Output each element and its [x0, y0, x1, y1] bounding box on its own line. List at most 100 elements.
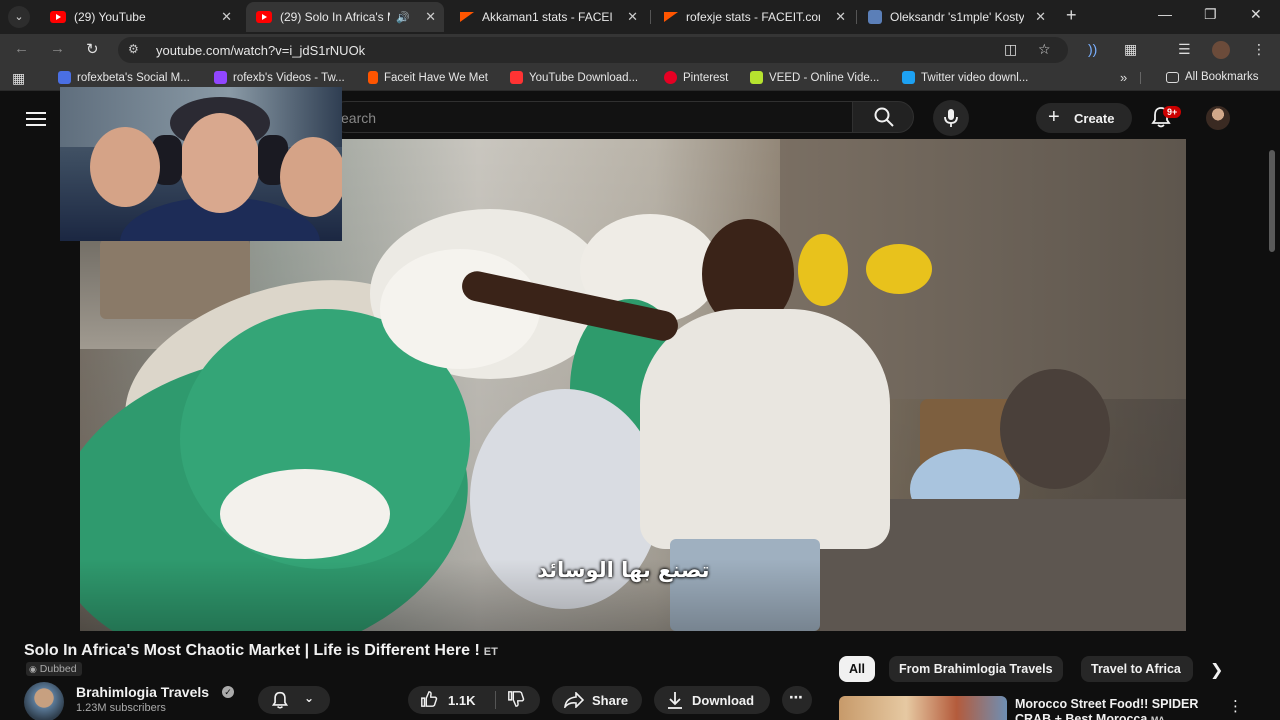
microphone-icon	[944, 109, 958, 127]
chip-travel-to-africa[interactable]: Travel to Africa	[1081, 656, 1193, 682]
wiki-icon	[868, 10, 882, 24]
share-button[interactable]: Share	[552, 686, 642, 714]
all-bookmarks-folder[interactable]: All Bookmarks	[1166, 71, 1259, 83]
bookmark-label: Pinterest	[683, 71, 729, 84]
chip-all[interactable]: All	[839, 656, 875, 682]
tab-title: (29) YouTube	[74, 10, 146, 24]
tab-solo-in-africa[interactable]: (29) Solo In Africa's M 🔊 ✕	[246, 2, 444, 32]
dubbed-badge: ◉ Dubbed	[26, 662, 82, 676]
bookmark-star-icon[interactable]: ☆	[1038, 41, 1051, 58]
tab-title: (29) Solo In Africa's M	[280, 10, 390, 24]
tab-title: Akkaman1 stats - FACEIT	[482, 10, 612, 24]
bookmark-label: rofexb's Videos - Tw...	[233, 71, 345, 84]
dubbed-speaker-icon: ◉	[29, 664, 37, 674]
bookmark-rofexb-videos[interactable]: rofexb's Videos - Tw...	[214, 71, 345, 84]
bookmark-label: Twitter video downl...	[921, 71, 1029, 84]
close-icon[interactable]: ✕	[1035, 9, 1046, 25]
apps-grid-icon[interactable]: ▦	[12, 70, 25, 87]
bookmark-youtube-download[interactable]: YouTube Download...	[510, 71, 638, 84]
media-queue-icon[interactable]: ☰	[1178, 41, 1191, 58]
back-arrow-icon[interactable]: ←	[14, 40, 29, 57]
kebab-menu-icon[interactable]: ⋮	[1252, 41, 1266, 58]
tab-s1mple-wiki[interactable]: Oleksandr 's1mple' Kosty ✕	[858, 4, 1054, 30]
download-label: Download	[692, 693, 755, 708]
bookmark-twitter-video[interactable]: Twitter video downl...	[902, 71, 1028, 84]
download-icon	[668, 692, 682, 709]
youtube-download-icon	[510, 71, 523, 84]
install-app-icon[interactable]: ◫	[1004, 41, 1017, 58]
new-tab-plus-icon[interactable]: +	[1066, 5, 1077, 26]
like-count: 1.1K	[448, 693, 476, 708]
forward-arrow-icon[interactable]: →	[50, 40, 65, 57]
hamburger-menu-icon[interactable]	[26, 112, 46, 130]
tab-separator	[650, 10, 651, 24]
search-button[interactable]	[852, 101, 914, 133]
thumbs-up-icon	[421, 691, 438, 707]
close-icon[interactable]: ✕	[221, 9, 232, 25]
faceit-icon	[664, 12, 678, 22]
search-placeholder: earch	[341, 110, 377, 126]
site-info-icon[interactable]: ⚙	[128, 42, 139, 56]
create-button[interactable]: + Create	[1036, 103, 1132, 133]
webcam-scene-shape	[280, 137, 342, 217]
chevron-right-icon[interactable]: ❯	[1210, 660, 1223, 680]
profile-avatar[interactable]	[1212, 41, 1230, 59]
bookmark-pinterest[interactable]: Pinterest	[664, 71, 728, 84]
speaker-icon[interactable]: 🔊	[396, 11, 410, 24]
video-scene-shape	[866, 244, 932, 294]
more-actions-button[interactable]: ⋯	[782, 686, 812, 714]
dislike-button[interactable]	[507, 690, 525, 712]
video-scene-shape	[1000, 369, 1110, 489]
recommended-video-thumbnail[interactable]	[839, 696, 1007, 720]
restore-icon[interactable]: ❐	[1204, 6, 1217, 23]
download-button[interactable]: Download	[654, 686, 770, 714]
faceit-icon	[368, 71, 378, 84]
reload-icon[interactable]: ↻	[86, 40, 99, 58]
subscribe-notifications-button[interactable]: ⌄	[258, 686, 330, 714]
page-scrollbar[interactable]	[1269, 150, 1275, 252]
channel-avatar[interactable]	[24, 682, 64, 720]
bookmark-faceit-have-we-met[interactable]: Faceit Have We Met	[368, 71, 488, 84]
share-label: Share	[592, 693, 629, 708]
webcam-overlay	[60, 87, 342, 241]
dubbed-label: Dubbed	[39, 663, 77, 675]
like-button[interactable]	[420, 690, 438, 712]
kebab-menu-icon[interactable]: ⋮	[1228, 697, 1243, 715]
window-close-icon[interactable]: ✕	[1250, 6, 1262, 23]
recommended-video-title[interactable]: Morocco Street Food!! SPIDER CRAB + Best…	[1015, 697, 1205, 720]
close-icon[interactable]: ✕	[425, 9, 436, 25]
close-icon[interactable]: ✕	[835, 9, 846, 25]
like-dislike-group: 1.1K	[408, 686, 540, 714]
more-bookmarks-chevron-icon[interactable]: »	[1120, 70, 1127, 85]
youtube-icon	[50, 11, 66, 23]
tab-separator	[856, 10, 857, 24]
voice-search-button[interactable]	[933, 100, 969, 136]
webcam-scene-shape	[90, 127, 160, 207]
tab-search-chevron-icon[interactable]: ⌄	[8, 6, 30, 28]
tab-rofexje-faceit[interactable]: rofexje stats - FACEIT.com ✕	[654, 4, 854, 30]
chip-from-channel[interactable]: From Brahimlogia Travels	[889, 656, 1063, 682]
extension-wave-icon[interactable]: ))	[1088, 41, 1097, 57]
channel-name[interactable]: Brahimlogia Travels	[76, 684, 209, 700]
webcam-scene-shape	[180, 113, 260, 213]
tab-youtube-home[interactable]: (29) YouTube ✕	[40, 4, 240, 30]
minimize-icon[interactable]: —	[1158, 6, 1172, 22]
bookmark-rofexbeta-social[interactable]: rofexbeta's Social M...	[58, 71, 190, 84]
faceit-icon	[460, 12, 474, 22]
extensions-puzzle-icon[interactable]: ▦	[1124, 41, 1137, 58]
video-title-suffix: ET	[483, 646, 498, 658]
thumbs-down-icon	[508, 691, 525, 707]
search-input[interactable]: earch	[330, 101, 852, 133]
share-arrow-icon	[564, 692, 584, 708]
bookmark-veed[interactable]: VEED - Online Vide...	[750, 71, 879, 84]
account-avatar[interactable]	[1206, 106, 1230, 130]
twitter-icon	[902, 71, 915, 84]
subscriber-count: 1.23M subscribers	[76, 702, 166, 714]
tab-akkaman-faceit[interactable]: Akkaman1 stats - FACEIT ✕	[450, 4, 646, 30]
plus-icon: +	[1048, 106, 1060, 128]
address-bar[interactable]: ⚙ youtube.com/watch?v=i_jdS1rNUOk ◫ ☆	[118, 37, 1068, 63]
tab-title: Oleksandr 's1mple' Kosty	[890, 10, 1024, 24]
create-label: Create	[1074, 111, 1115, 126]
bookmark-label: rofexbeta's Social M...	[77, 71, 190, 84]
close-icon[interactable]: ✕	[627, 9, 638, 25]
